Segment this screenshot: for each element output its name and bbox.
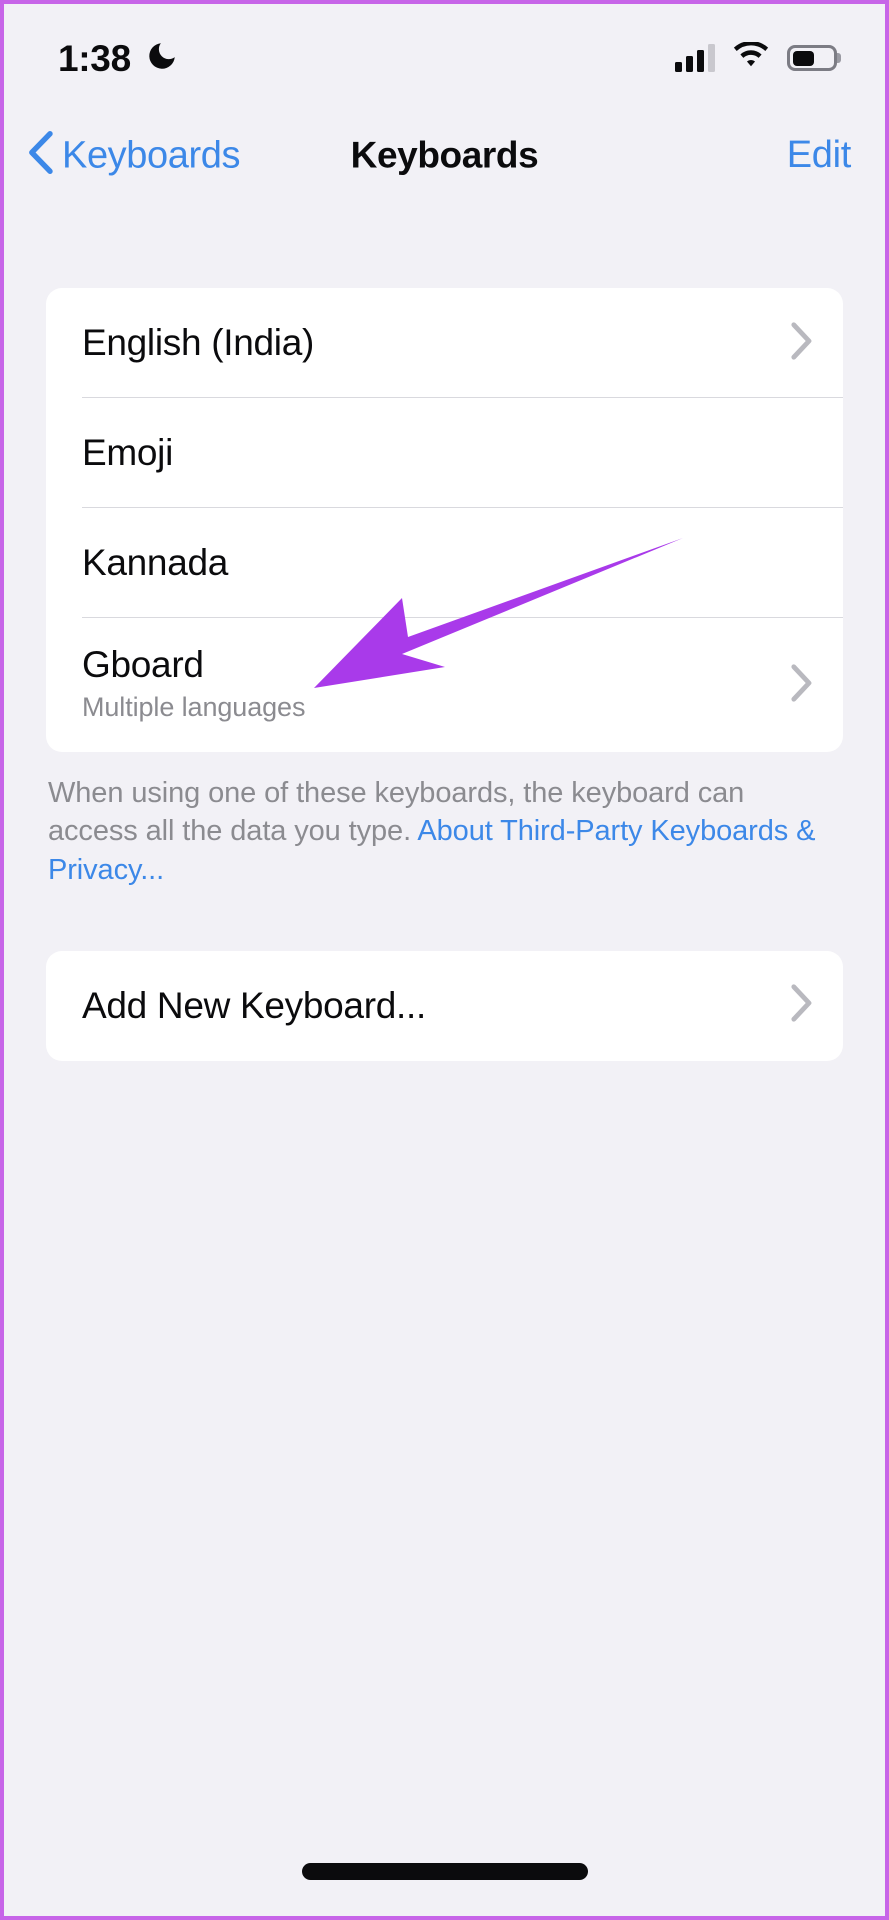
- row-text: Kannada: [82, 542, 228, 583]
- iphone-screen: 1:38 Keyboards Keyboards Edit English (I…: [0, 0, 889, 1920]
- chevron-right-icon: [791, 663, 813, 707]
- row-title: Gboard: [82, 644, 204, 685]
- chevron-right-icon: [791, 984, 813, 1027]
- row-accessory: [791, 951, 813, 1061]
- row-accessory: [791, 644, 813, 726]
- keyboard-row-gboard[interactable]: Gboard Multiple languages: [46, 618, 843, 752]
- row-title: English (India): [82, 322, 315, 364]
- page-title: Keyboards: [350, 134, 539, 176]
- edit-button[interactable]: Edit: [787, 136, 852, 174]
- add-keyboard-card: Add New Keyboard...: [46, 950, 843, 1061]
- status-bar-left: 1:38: [58, 39, 179, 78]
- status-bar: 1:38: [4, 4, 885, 112]
- chevron-right-icon: [791, 321, 813, 365]
- add-new-keyboard-row[interactable]: Add New Keyboard...: [46, 951, 843, 1061]
- row-text: Emoji: [82, 432, 173, 473]
- crescent-moon-icon: [145, 39, 179, 78]
- keyboards-list-card: English (India) Emoji Kannada Gboard Mul…: [46, 288, 843, 752]
- row-accessory: [791, 288, 813, 398]
- home-indicator: [301, 1863, 588, 1880]
- row-text: Add New Keyboard...: [82, 985, 426, 1026]
- keyboard-row-english-india[interactable]: English (India): [46, 288, 843, 398]
- wifi-icon: [732, 40, 770, 75]
- row-text: English (India): [82, 322, 314, 363]
- row-text: Gboard Multiple languages: [82, 644, 305, 723]
- status-bar-clock: 1:38: [58, 37, 131, 79]
- navigation-bar: Keyboards Keyboards Edit: [4, 112, 885, 198]
- settings-content: English (India) Emoji Kannada Gboard Mul…: [4, 198, 885, 1916]
- keyboard-row-emoji[interactable]: Emoji: [46, 398, 843, 508]
- status-bar-right: [675, 40, 837, 75]
- cellular-bars-icon: [675, 44, 715, 72]
- keyboard-row-kannada[interactable]: Kannada: [46, 508, 843, 618]
- row-title: Emoji: [82, 432, 174, 474]
- row-title: Add New Keyboard...: [82, 985, 426, 1027]
- third-party-keyboard-note: When using one of these keyboards, the k…: [48, 774, 839, 889]
- row-subtitle: Multiple languages: [82, 692, 306, 723]
- row-title: Kannada: [82, 542, 229, 584]
- battery-icon: [787, 45, 837, 71]
